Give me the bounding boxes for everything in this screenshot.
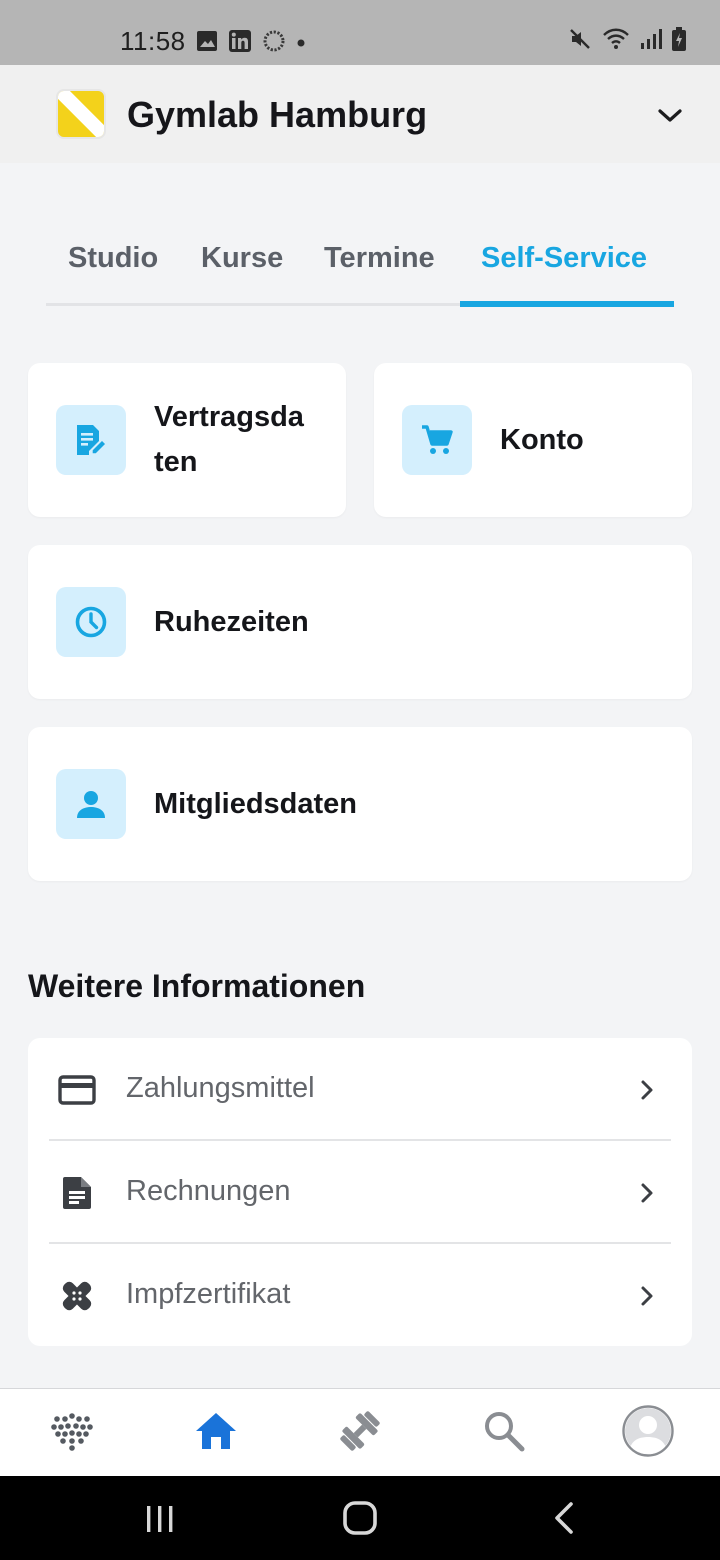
card-konto-label: Konto [500,424,584,456]
card-konto[interactable]: Konto [374,363,692,517]
document-icon [58,1175,96,1211]
card-vertragsdaten[interactable]: Vertragsda ten [28,363,346,517]
edit-document-icon [56,405,126,475]
list-item-label: Rechnungen [126,1175,291,1207]
chevron-right-icon [638,1180,656,1206]
studio-title: Gymlab Hamburg [127,94,428,135]
nav-search[interactable] [444,1389,564,1477]
tab-kurse[interactable]: Kurse [201,242,283,275]
mute-icon [568,27,592,56]
section-title-more-info: Weitere Informationen [28,968,366,1004]
recent-apps-button[interactable] [140,1496,180,1540]
dot-icon [296,35,306,53]
nav-home[interactable] [156,1389,276,1477]
tab-termine[interactable]: Termine [324,242,435,275]
card-vertragsdaten-label-line1: Vertragsda [154,401,304,433]
more-info-list: Zahlungsmittel Rechnungen Impfzertifikat [28,1038,692,1346]
list-item-label: Impfzertifikat [126,1278,291,1310]
wifi-icon [602,27,630,56]
card-ruhezeiten[interactable]: Ruhezeiten [28,545,692,699]
nav-dots-grid[interactable] [12,1389,132,1477]
search-icon [482,1409,526,1458]
back-button[interactable] [544,1496,584,1540]
active-tab-indicator [460,301,674,307]
card-vertragsdaten-label-line2: ten [154,446,198,478]
tab-bar: Studio Kurse Termine Self-Service [46,236,674,307]
cart-icon [402,405,472,475]
nav-workout[interactable] [300,1389,420,1477]
list-item-impfzertifikat[interactable]: Impfzertifikat [28,1244,692,1347]
person-icon [56,769,126,839]
image-icon [196,30,218,57]
bandage-icon [58,1278,96,1314]
card-ruhezeiten-label: Ruhezeiten [154,606,309,638]
tab-studio[interactable]: Studio [68,242,158,275]
dots-grid-icon [50,1411,94,1456]
home-button[interactable] [338,1496,382,1540]
chevron-right-icon [638,1077,656,1103]
app-header: Gymlab Hamburg [0,65,720,163]
card-mitgliedsdaten[interactable]: Mitgliedsdaten [28,727,692,881]
chevron-down-icon[interactable] [654,101,686,129]
tab-self-service[interactable]: Self-Service [481,242,647,275]
signal-icon [640,28,662,55]
home-icon [194,1411,238,1456]
list-item-rechnungen[interactable]: Rechnungen [28,1141,692,1244]
card-mitgliedsdaten-label: Mitgliedsdaten [154,788,358,820]
status-bar: 11:58 [0,0,720,65]
linkedin-icon [228,29,252,58]
bottom-nav [0,1388,720,1476]
chevron-right-icon [638,1283,656,1309]
dumbbell-icon [338,1409,382,1458]
status-time: 11:58 [120,26,186,56]
list-item-zahlungsmittel[interactable]: Zahlungsmittel [28,1038,692,1141]
clock-icon [56,587,126,657]
list-item-label: Zahlungsmittel [126,1072,315,1104]
credit-card-icon [58,1072,96,1108]
gymlab-logo [56,89,106,139]
system-nav-bar [0,1476,720,1560]
nav-profile[interactable] [588,1389,708,1477]
loading-icon [262,29,286,58]
avatar-icon [622,1404,674,1462]
battery-icon [672,27,686,56]
